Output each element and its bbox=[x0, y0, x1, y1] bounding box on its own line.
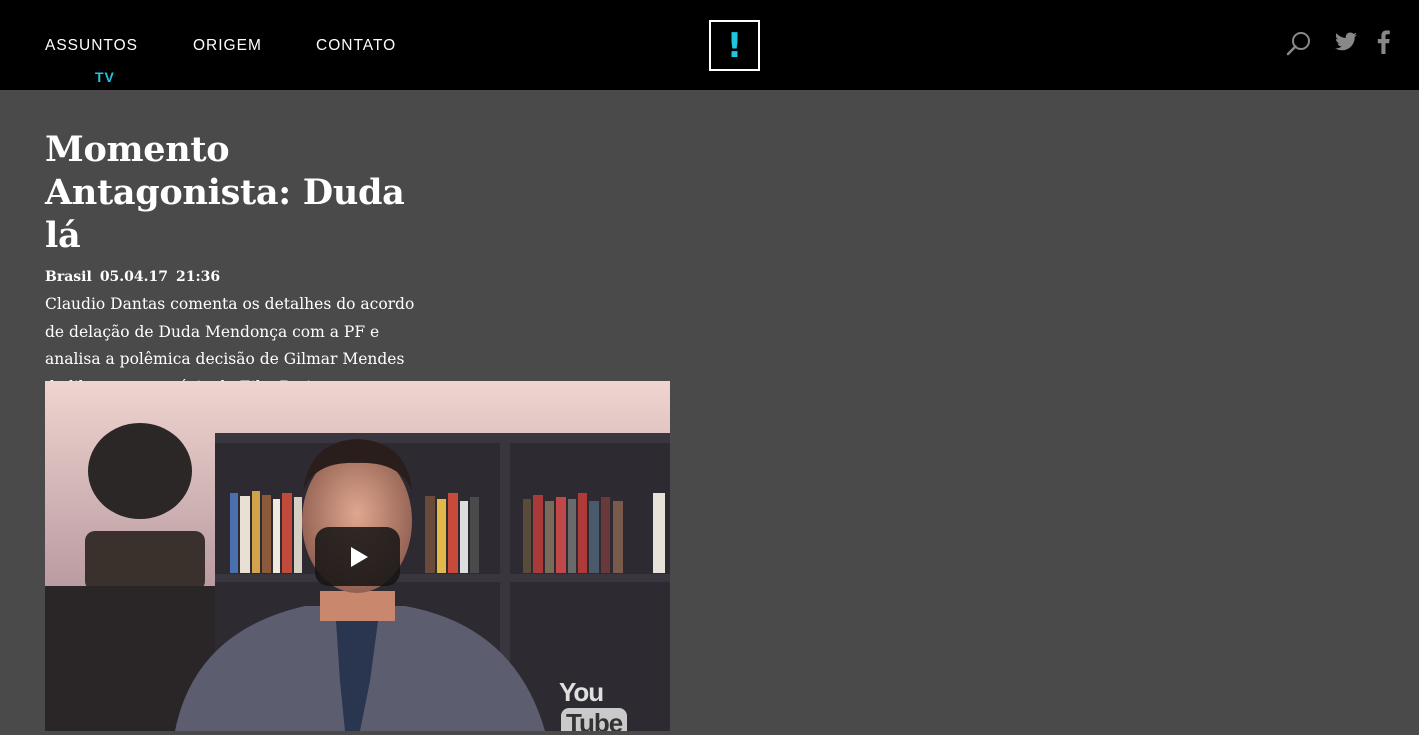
youtube-tube: Tube bbox=[561, 708, 628, 731]
nav-tv[interactable]: TV bbox=[95, 69, 115, 85]
nav-assuntos[interactable]: ASSUNTOS bbox=[45, 37, 138, 55]
article-time: 21:36 bbox=[176, 269, 221, 285]
play-button[interactable] bbox=[315, 527, 400, 586]
video-player[interactable]: YouTube bbox=[45, 381, 670, 731]
nav-contato[interactable]: CONTATO bbox=[316, 37, 396, 55]
article-title: Momento Antagonista: Duda lá bbox=[45, 129, 405, 256]
play-icon bbox=[350, 546, 368, 567]
twitter-icon[interactable] bbox=[1333, 30, 1363, 58]
nav-origem[interactable]: ORIGEM bbox=[193, 37, 262, 55]
facebook-icon[interactable] bbox=[1375, 30, 1405, 58]
header-icons bbox=[1219, 30, 1419, 60]
article-category[interactable]: Brasil bbox=[45, 269, 92, 285]
top-nav-bar: ASSUNTOS ORIGEM CONTATO TV ! bbox=[0, 0, 1419, 90]
logo-exclamation: ! bbox=[726, 25, 743, 66]
article-meta: Brasil 05.04.17 21:36 bbox=[45, 269, 670, 285]
article-date: 05.04.17 bbox=[99, 269, 169, 285]
search-icon[interactable] bbox=[1285, 30, 1315, 58]
youtube-logo[interactable]: YouTube bbox=[559, 677, 670, 731]
youtube-you: You bbox=[559, 677, 604, 707]
site-logo[interactable]: ! bbox=[709, 20, 760, 71]
article-content: Momento Antagonista: Duda lá Brasil 05.0… bbox=[45, 128, 670, 401]
